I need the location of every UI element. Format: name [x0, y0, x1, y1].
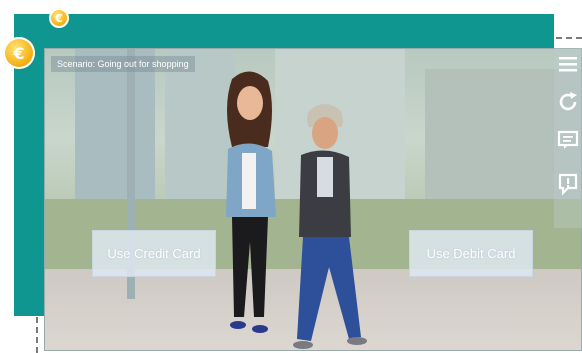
scene-viewport: Scenario: Going out for shopping Use Cre… — [44, 48, 582, 351]
alert-icon[interactable] — [556, 172, 580, 196]
use-credit-card-label: Use Credit Card — [107, 245, 201, 261]
menu-icon[interactable] — [556, 52, 580, 76]
refresh-icon[interactable] — [556, 90, 580, 114]
coin-badge-small: € — [49, 8, 69, 28]
character-woman-long-hair — [226, 71, 276, 333]
euro-icon: € — [13, 43, 25, 63]
use-debit-card-button[interactable]: Use Debit Card — [409, 230, 533, 277]
coin-badge-large[interactable]: € — [3, 37, 35, 69]
dashed-guide-top — [556, 37, 582, 39]
use-debit-card-label: Use Debit Card — [426, 245, 516, 261]
transcript-icon[interactable] — [556, 128, 580, 152]
euro-icon: € — [55, 11, 63, 25]
use-credit-card-button[interactable]: Use Credit Card — [92, 230, 216, 277]
side-toolbar — [554, 48, 582, 228]
dashed-guide-left — [36, 317, 38, 353]
scenario-label: Scenario: Going out for shopping — [51, 56, 195, 72]
character-older-woman — [293, 104, 367, 349]
